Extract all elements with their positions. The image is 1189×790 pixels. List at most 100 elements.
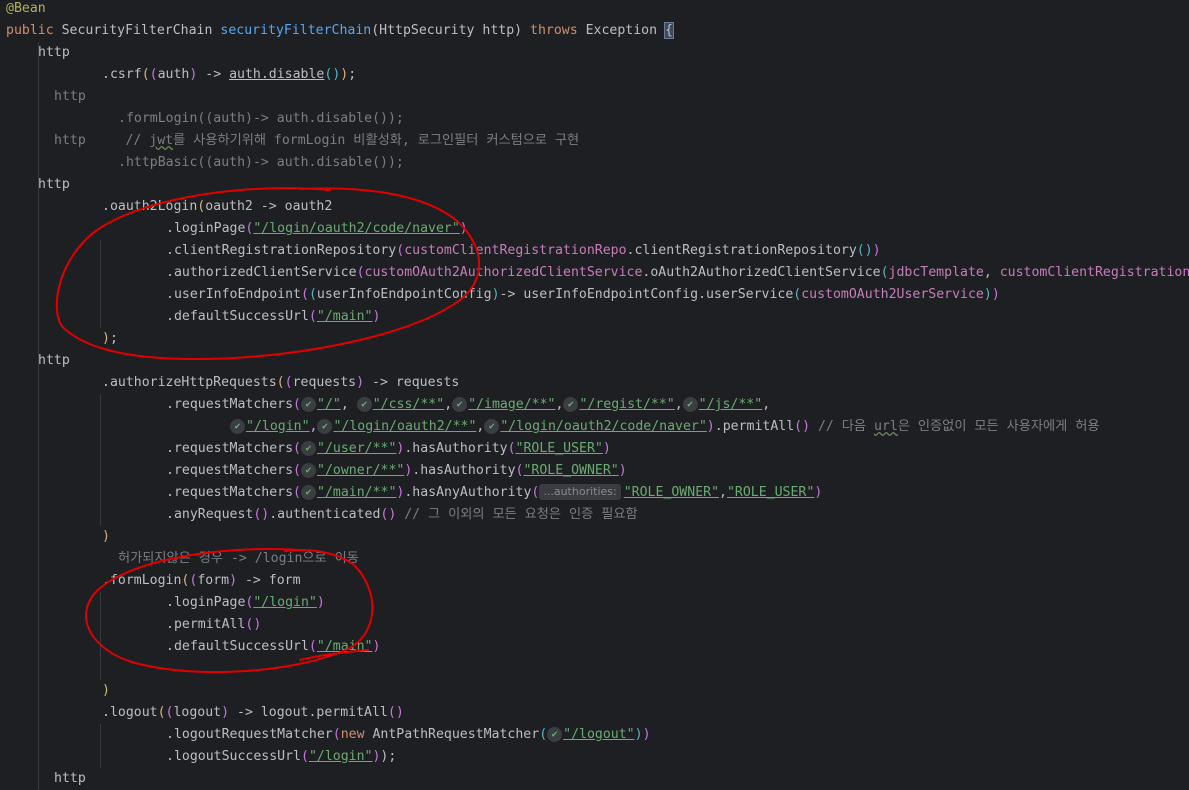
code-line[interactable]: @Bean xyxy=(6,0,46,20)
code-token: "ROLE_OWNER" xyxy=(523,463,619,478)
code-token: ( xyxy=(308,287,317,302)
code-token: oauth2 -> oauth2 xyxy=(205,199,333,214)
code-token: http xyxy=(54,89,86,104)
code-line[interactable]: ); xyxy=(102,328,118,350)
code-line[interactable]: http xyxy=(54,86,86,108)
code-line[interactable]: ) xyxy=(102,680,110,702)
code-token: ( xyxy=(300,287,309,302)
code-token: customClientRegistration xyxy=(999,265,1189,280)
code-line[interactable]: .authorizedClientService(customOAuth2Aut… xyxy=(166,262,1189,284)
code-token: "ROLE_USER" xyxy=(726,485,815,500)
code-token: ( xyxy=(293,397,301,412)
code-line[interactable]: http xyxy=(38,174,70,196)
code-token: http // xyxy=(54,133,150,148)
code-line[interactable]: .defaultSuccessUrl("/main") xyxy=(166,636,380,658)
code-line[interactable]: .oauth2Login(oauth2 -> oauth2 xyxy=(102,196,332,218)
code-token: ) xyxy=(372,309,381,324)
code-token: "/main/**" xyxy=(317,485,397,500)
code-token: .defaultSuccessUrl xyxy=(166,639,309,654)
code-line[interactable]: http xyxy=(38,42,70,64)
code-token: ( xyxy=(141,67,150,82)
url-pattern-icon[interactable]: ✔ xyxy=(484,418,500,434)
code-line[interactable]: .formLogin((form) -> form xyxy=(102,570,301,592)
code-token: 를 사용하기위해 formLogin 비활성화, 로그인필터 커스텀으로 구현 xyxy=(173,133,580,148)
code-line[interactable]: .requestMatchers(✔ "/", ✔ "/css/**", ✔ "/ima… xyxy=(166,394,770,416)
url-pattern-icon[interactable]: ✔ xyxy=(230,418,245,434)
code-token: .formLogin((auth)-> auth.disable()); xyxy=(118,111,404,126)
url-pattern-icon[interactable]: ✔ xyxy=(682,396,698,412)
code-line[interactable]: .logoutSuccessUrl("/login")); xyxy=(166,746,396,768)
code-token: ( xyxy=(507,441,516,456)
code-token: customClientRegistrationRepo xyxy=(404,243,627,258)
code-token: () xyxy=(387,705,404,720)
code-line[interactable]: .formLogin((auth)-> auth.disable()); xyxy=(118,108,404,130)
code-token: .authorizedClientService xyxy=(166,265,357,280)
url-pattern-icon[interactable]: ✔ xyxy=(301,462,316,478)
code-token: .clientRegistrationRepository xyxy=(166,243,397,258)
url-pattern-icon[interactable]: ✔ xyxy=(301,440,316,456)
code-line[interactable]: ✔ "/login", ✔ "/login/oauth2/**", ✔ "/login/o… xyxy=(230,416,1099,438)
code-token: 허가되지않은 경우 -> /login으로 이동 xyxy=(118,551,359,566)
code-token: ( xyxy=(300,749,309,764)
code-line[interactable]: 허가되지않은 경우 -> /login으로 이동 xyxy=(118,548,359,570)
code-token: jdbcTemplate xyxy=(888,265,984,280)
code-token: .permitAll xyxy=(166,617,246,632)
code-token: , xyxy=(762,397,771,412)
code-token: ) xyxy=(102,529,110,544)
code-line[interactable]: http xyxy=(38,350,70,372)
code-token: , xyxy=(309,419,318,434)
code-line[interactable]: .requestMatchers(✔ "/main/**").hasAnyAuth… xyxy=(166,482,822,504)
code-line[interactable]: ) xyxy=(102,526,110,548)
url-pattern-icon[interactable]: ✔ xyxy=(356,396,372,412)
code-line[interactable]: .authorizeHttpRequests((requests) -> req… xyxy=(102,372,459,394)
code-token: "/login" xyxy=(246,419,310,434)
code-token: , xyxy=(719,485,727,500)
code-token: .authenticated xyxy=(269,507,381,522)
code-token: ) xyxy=(102,331,110,346)
code-line[interactable]: public SecurityFilterChain securityFilte… xyxy=(6,20,674,42)
url-pattern-icon[interactable]: ✔ xyxy=(563,396,579,412)
code-line[interactable]: .logoutRequestMatcher(new AntPathRequest… xyxy=(166,724,651,746)
code-token: AntPathRequestMatcher xyxy=(372,727,540,742)
code-line[interactable]: .defaultSuccessUrl("/main") xyxy=(166,306,380,328)
code-line[interactable]: .csrf((auth) -> auth.disable()); xyxy=(102,64,356,86)
code-line[interactable]: .httpBasic((auth)-> auth.disable()); xyxy=(118,152,404,174)
code-token: ) xyxy=(221,705,230,720)
code-line[interactable]: http xyxy=(54,768,86,790)
code-token: throws xyxy=(530,23,586,38)
code-line[interactable]: .loginPage("/login") xyxy=(166,592,325,614)
code-line[interactable]: .logout((logout) -> logout.permitAll() xyxy=(102,702,404,724)
code-line[interactable]: .anyRequest().authenticated() // 그 이외의 모… xyxy=(166,504,638,526)
code-line[interactable]: .clientRegistrationRepository(customClie… xyxy=(166,240,881,262)
code-token: ) xyxy=(372,639,381,654)
code-token: "/login" xyxy=(308,749,373,764)
code-token: -> logout.permitAll xyxy=(229,705,388,720)
code-token: form xyxy=(197,573,230,588)
code-editor[interactable]: @Bean public SecurityFilterChain security… xyxy=(0,0,1189,790)
code-token: auth.disable xyxy=(229,67,325,82)
code-token: .hasAuthority xyxy=(404,441,508,456)
url-pattern-icon[interactable]: ✔ xyxy=(301,396,316,412)
code-line[interactable]: .loginPage("/login/oauth2/code/naver") xyxy=(166,218,468,240)
code-token: -> requests xyxy=(364,375,460,390)
url-pattern-icon[interactable]: ✔ xyxy=(317,418,333,434)
code-line[interactable]: .requestMatchers(✔ "/owner/**") .hasAuthor… xyxy=(166,460,627,482)
url-pattern-icon[interactable]: ✔ xyxy=(301,484,316,500)
code-token: @Bean xyxy=(6,1,46,16)
url-pattern-icon[interactable]: ✔ xyxy=(452,396,468,412)
code-token: .userInfoEndpoint xyxy=(166,287,301,302)
url-pattern-icon[interactable]: ✔ xyxy=(547,726,563,742)
code-token: ( xyxy=(396,243,405,258)
code-line[interactable]: .userInfoEndpoint((userInfoEndpointConfi… xyxy=(166,284,1000,306)
code-line[interactable]: .requestMatchers(✔ "/user/**").hasAuthori… xyxy=(166,438,611,460)
code-line[interactable]: http // jwt를 사용하기위해 formLogin 비활성화, 로그인필… xyxy=(54,130,579,152)
code-token: "ROLE_USER" xyxy=(515,441,603,456)
indent-guide xyxy=(100,240,101,328)
code-token: "/main" xyxy=(316,309,373,324)
code-token: .oAuth2AuthorizedClientService xyxy=(642,265,881,280)
code-token: "/login" xyxy=(253,595,317,610)
code-token: ); xyxy=(380,749,397,764)
code-line[interactable]: .permitAll() xyxy=(166,614,261,636)
code-token: "/login/oauth2/code/naver" xyxy=(253,221,460,236)
code-token: .authorizeHttpRequests xyxy=(102,375,277,390)
